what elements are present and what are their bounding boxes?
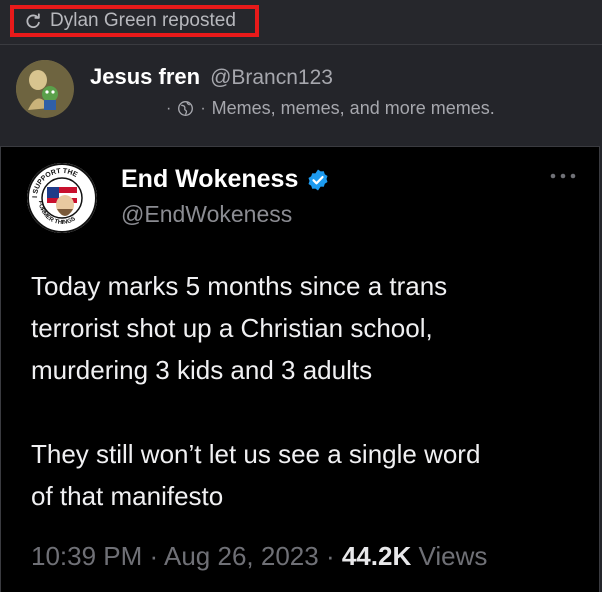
quoted-post-card[interactable]: I SUPPORT THE FORMER THINGS End Wokeness… <box>0 146 600 592</box>
avatar-image <box>16 60 74 118</box>
post-time[interactable]: 10:39 PM <box>31 541 142 571</box>
views-count: 44.2K <box>341 541 412 571</box>
avatar[interactable] <box>16 60 74 118</box>
views-label: Views <box>418 541 488 571</box>
author-bio: Memes, memes, and more memes. <box>211 98 495 118</box>
globe-icon <box>178 101 194 116</box>
quoted-author-name[interactable]: End Wokeness <box>121 165 298 194</box>
repost-label: Dylan Green reposted <box>50 10 236 31</box>
post-date[interactable]: Aug 26, 2023 <box>164 541 319 571</box>
author-name[interactable]: Jesus fren <box>90 64 200 90</box>
post-metadata: 10:39 PM · Aug 26, 2023 · 44.2K Views <box>31 541 487 572</box>
separator-dot: · <box>166 99 172 117</box>
separator-dot: · <box>149 541 159 571</box>
divider <box>0 44 602 45</box>
quoted-author-handle[interactable]: @EndWokeness <box>121 201 292 228</box>
quoted-avatar[interactable]: I SUPPORT THE FORMER THINGS <box>27 163 97 233</box>
separator-dot: · <box>200 99 206 117</box>
verified-badge-icon <box>308 169 328 190</box>
author-handle[interactable]: @Brancn123 <box>210 66 333 90</box>
avatar-logo: I SUPPORT THE FORMER THINGS <box>27 163 97 233</box>
repost-icon <box>26 13 40 29</box>
repost-bar: Dylan Green reposted <box>0 0 602 44</box>
more-options-icon[interactable] <box>549 171 577 181</box>
quoted-post-text: Today marks 5 months since a trans terro… <box>31 271 481 511</box>
repost-indicator[interactable]: Dylan Green reposted <box>10 5 259 37</box>
separator-dot: · <box>325 541 335 571</box>
post-header: Jesus fren @Brancn123 · · Memes, memes, … <box>0 46 602 142</box>
